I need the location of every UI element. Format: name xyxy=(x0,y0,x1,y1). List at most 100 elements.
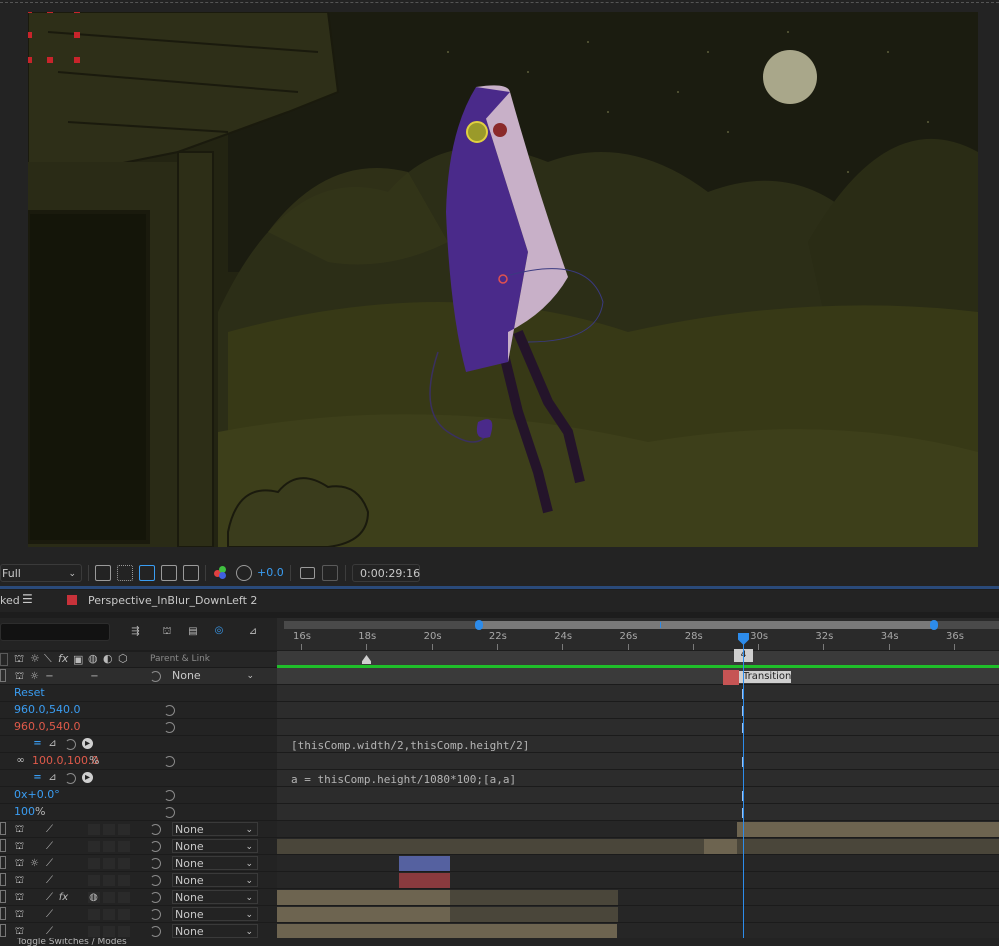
expression-pickwhip-icon[interactable] xyxy=(65,773,76,784)
transparency-grid-icon[interactable] xyxy=(117,565,133,581)
anchor-point-value[interactable]: 960.0,540.0 xyxy=(14,703,80,716)
pickwhip-icon[interactable] xyxy=(150,909,161,920)
pickwhip-icon[interactable] xyxy=(164,722,175,733)
layer-duration-bar[interactable] xyxy=(399,856,450,871)
scale-expression[interactable]: a = thisComp.height/1080*100;[a,a] xyxy=(291,773,516,786)
toggle-switches-modes-button[interactable]: Toggle Switches / Modes xyxy=(17,938,127,946)
layer-duration-bar[interactable] xyxy=(737,839,999,854)
lock-toggle[interactable] xyxy=(0,890,6,903)
switch-cell[interactable] xyxy=(118,858,130,869)
transform-reset-link[interactable]: Reset xyxy=(14,686,45,699)
pickwhip-icon[interactable] xyxy=(150,892,161,903)
work-area-bar[interactable] xyxy=(277,651,999,666)
parent-dropdown[interactable]: None ⌄ xyxy=(172,856,258,870)
layer-track[interactable] xyxy=(277,855,999,872)
layer-duration-bar[interactable] xyxy=(450,890,618,905)
collapse-switch-icon[interactable]: ☼ xyxy=(29,671,40,682)
switch-cell[interactable] xyxy=(118,875,130,886)
position-expression[interactable]: [thisComp.width/2,thisComp.height/2] xyxy=(291,739,529,752)
lock-toggle[interactable] xyxy=(0,856,6,869)
motion-blur-switch-icon[interactable]: ◍ xyxy=(88,892,99,903)
layer-duration-bar[interactable] xyxy=(277,907,450,922)
layer-duration-bar[interactable] xyxy=(277,890,450,905)
constrain-proportions-icon[interactable]: ∞ xyxy=(14,755,27,766)
lock-toggle[interactable] xyxy=(0,669,6,682)
layer-row[interactable]: ⛫ ⟋ fx ◍ None ⌄ xyxy=(0,889,277,906)
layer-duration-bar[interactable] xyxy=(737,822,999,837)
parent-dropdown[interactable]: None ⌄ xyxy=(172,873,258,887)
switch-cell[interactable] xyxy=(118,926,130,937)
expression-pickwhip-icon[interactable] xyxy=(65,739,76,750)
opacity-value[interactable]: 100 xyxy=(14,805,35,818)
pickwhip-icon[interactable] xyxy=(150,824,161,835)
layer-track[interactable] xyxy=(277,668,999,685)
shy-switch-icon[interactable]: ⛫ xyxy=(14,892,25,903)
motion-blur-icon[interactable]: ◎ xyxy=(212,625,226,636)
quality-switch-icon[interactable]: ⟋ xyxy=(44,841,55,852)
enable-expression-icon[interactable]: = xyxy=(32,738,43,749)
current-time-indicator[interactable] xyxy=(743,633,744,946)
switch-cell[interactable] xyxy=(88,875,100,886)
switch-cell[interactable] xyxy=(118,909,130,920)
switch-cell[interactable] xyxy=(103,875,115,886)
quality-switch-icon[interactable]: − xyxy=(44,671,55,682)
quality-switch-icon[interactable]: ⟋ xyxy=(44,875,55,886)
layer-duration-bar[interactable] xyxy=(277,924,617,939)
switch-cell[interactable] xyxy=(103,909,115,920)
quality-switch-icon[interactable]: ⟋ xyxy=(44,858,55,869)
layer-track[interactable] xyxy=(277,872,999,889)
grid-guides-icon[interactable] xyxy=(183,565,199,581)
layer-row[interactable]: ⛫ ☼ − − None ⌄ xyxy=(0,668,277,685)
exposure-reset-icon[interactable] xyxy=(236,565,252,581)
navigator-end-handle[interactable] xyxy=(930,620,938,630)
switch-cell[interactable] xyxy=(88,909,100,920)
layer-row[interactable]: ⛫ ⟋ None ⌄ xyxy=(0,906,277,923)
layer-duration-bar[interactable] xyxy=(704,839,737,854)
lock-toggle[interactable] xyxy=(0,924,6,937)
comp-flowchart-icon[interactable]: ⇶ xyxy=(128,626,143,637)
parent-dropdown[interactable]: None ⌄ xyxy=(172,839,258,853)
fast-previews-icon[interactable] xyxy=(95,565,111,581)
switch-cell[interactable] xyxy=(88,824,100,835)
panel-tab-label[interactable]: ked xyxy=(0,594,20,607)
channel-icon[interactable] xyxy=(214,566,228,580)
parent-dropdown[interactable]: None ⌄ xyxy=(172,890,258,904)
switch-cell[interactable] xyxy=(103,926,115,937)
region-of-interest-icon[interactable] xyxy=(161,565,177,581)
switch-cell[interactable] xyxy=(103,824,115,835)
parent-dropdown[interactable]: None ⌄ xyxy=(172,924,258,938)
motion-blur-switch-icon[interactable]: − xyxy=(89,671,100,682)
effect-switch-icon[interactable]: fx xyxy=(58,892,69,903)
show-snapshot-icon[interactable] xyxy=(322,565,338,581)
pickwhip-icon[interactable] xyxy=(150,926,161,937)
exposure-value[interactable]: +0.0 xyxy=(257,564,284,582)
layer-search-input[interactable] xyxy=(0,623,110,641)
layer-row[interactable]: ⛫ ⟋ None ⌄ xyxy=(0,838,277,855)
shy-switch-icon[interactable]: ⛫ xyxy=(14,875,25,886)
resolution-dropdown[interactable]: Full ⌄ xyxy=(0,564,82,582)
quality-switch-icon[interactable]: ⟋ xyxy=(44,926,55,937)
comp-tab-name[interactable]: Perspective_InBlur_DownLeft 2 xyxy=(88,594,257,607)
layer-bar-segment[interactable] xyxy=(723,670,739,685)
pickwhip-icon[interactable] xyxy=(164,705,175,716)
shy-switch-icon[interactable]: ⛫ xyxy=(14,926,25,937)
parent-dropdown[interactable]: None ⌄ xyxy=(172,669,258,683)
shy-switch-icon[interactable]: ⛫ xyxy=(14,841,25,852)
shy-switch-icon[interactable]: ⛫ xyxy=(14,824,25,835)
lock-toggle[interactable] xyxy=(0,873,6,886)
shy-switch-icon[interactable]: ⛫ xyxy=(14,671,25,682)
pickwhip-icon[interactable] xyxy=(150,841,161,852)
pickwhip-icon[interactable] xyxy=(150,875,161,886)
lock-toggle[interactable] xyxy=(0,907,6,920)
parent-dropdown[interactable]: None ⌄ xyxy=(172,907,258,921)
time-navigator-range[interactable] xyxy=(478,621,934,629)
quality-switch-icon[interactable]: ⟋ xyxy=(44,909,55,920)
expression-graph-icon[interactable]: ⊿ xyxy=(47,738,58,749)
transition-marker-label[interactable]: Transition xyxy=(739,671,791,683)
lock-toggle[interactable] xyxy=(0,822,6,835)
collapse-switch-icon[interactable]: ☼ xyxy=(29,858,40,869)
switch-cell[interactable] xyxy=(88,926,100,937)
switch-cell[interactable] xyxy=(118,841,130,852)
frame-blending-icon[interactable]: ▤ xyxy=(187,626,199,637)
layer-duration-bar[interactable] xyxy=(399,873,450,888)
